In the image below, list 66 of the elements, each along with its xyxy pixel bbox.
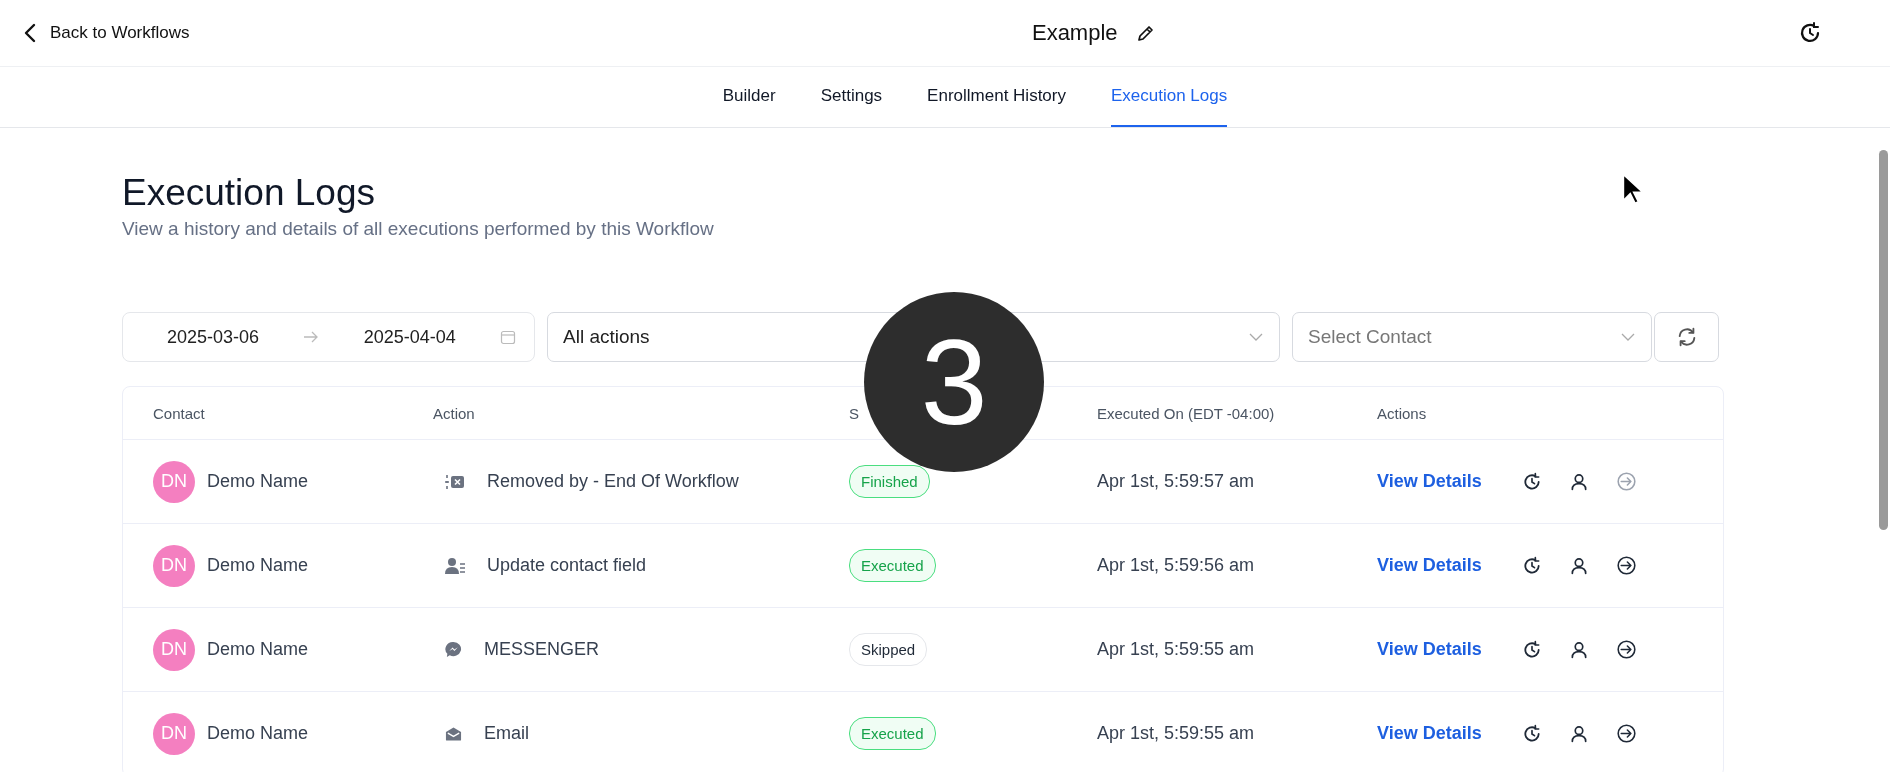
tab[interactable]: Builder	[722, 67, 776, 127]
column-header: Actions	[1377, 404, 1428, 422]
executed-time: Apr 1st, 5:59:55 am	[1097, 723, 1255, 744]
tab[interactable]: Settings	[820, 67, 883, 127]
history-icon[interactable]	[1521, 639, 1542, 660]
tab[interactable]: Enrollment History	[927, 67, 1066, 127]
user-icon[interactable]	[1568, 723, 1589, 744]
avatar: DN	[153, 628, 195, 671]
enter-icon[interactable]	[1615, 639, 1637, 660]
view-details-link[interactable]: View Details	[1377, 555, 1482, 576]
envelope-icon	[445, 725, 462, 742]
status-badge: Executed	[849, 717, 936, 750]
user-icon[interactable]	[1568, 471, 1589, 492]
back-button[interactable]: Back to Workflows	[24, 23, 190, 43]
column-header: Contact	[153, 404, 206, 422]
contact-name: Demo Name	[207, 723, 309, 744]
executed-time: Apr 1st, 5:59:57 am	[1097, 471, 1255, 492]
remove-icon	[445, 472, 465, 491]
status-badge: Executed	[849, 549, 936, 582]
action-name: MESSENGER	[484, 639, 600, 660]
calendar-icon	[500, 329, 516, 345]
page-title: Execution Logs	[122, 172, 375, 214]
executed-time: Apr 1st, 5:59:55 am	[1097, 639, 1255, 660]
action-name: Update contact field	[487, 555, 647, 576]
step-marker: 3	[864, 292, 1044, 472]
contact-name: Demo Name	[207, 555, 309, 576]
executed-time: Apr 1st, 5:59:56 am	[1097, 555, 1255, 576]
arrow-right-icon	[303, 331, 320, 343]
contact-select[interactable]: Select Contact	[1292, 312, 1652, 362]
history-icon[interactable]	[1521, 471, 1542, 492]
column-header: S	[849, 404, 860, 422]
user-icon[interactable]	[1568, 555, 1589, 576]
contact-name: Demo Name	[207, 639, 309, 660]
end-date: 2025-04-04	[363, 326, 456, 348]
status-badge: Finished	[849, 465, 930, 498]
view-details-link[interactable]: View Details	[1377, 723, 1482, 744]
chevron-down-icon	[1249, 333, 1263, 341]
refresh-button[interactable]	[1654, 312, 1719, 362]
view-details-link[interactable]: View Details	[1377, 639, 1482, 660]
status-badge: Skipped	[849, 633, 928, 666]
avatar: DN	[153, 544, 195, 587]
chevron-down-icon	[1621, 333, 1635, 341]
history-icon[interactable]	[1521, 555, 1542, 576]
view-details-link[interactable]: View Details	[1377, 471, 1482, 492]
chevron-left-icon	[24, 23, 36, 43]
contact-edit-icon	[445, 556, 465, 575]
user-icon[interactable]	[1568, 639, 1589, 660]
messenger-icon	[445, 641, 462, 658]
history-icon[interactable]	[1798, 21, 1822, 45]
edit-icon[interactable]	[1135, 23, 1156, 43]
cursor-icon	[1622, 173, 1644, 206]
tab[interactable]: Execution Logs	[1111, 67, 1228, 127]
date-range-field[interactable]: 2025-03-06 2025-04-04	[122, 312, 535, 362]
enter-icon[interactable]	[1615, 723, 1637, 744]
column-header: Action	[433, 404, 476, 422]
column-header: Executed On (EDT -04:00)	[1097, 404, 1276, 422]
avatar: DN	[153, 712, 195, 755]
history-icon[interactable]	[1521, 723, 1542, 744]
avatar: DN	[153, 460, 195, 503]
action-name: Email	[484, 723, 529, 744]
action-name: Removed by - End Of Workflow	[487, 471, 739, 492]
page-subtitle: View a history and details of all executions performed by this Workflow	[122, 218, 715, 240]
enter-icon[interactable]	[1615, 555, 1637, 576]
workflow-title: Example	[1031, 20, 1118, 46]
contact-name: Demo Name	[207, 471, 309, 492]
start-date: 2025-03-06	[167, 326, 260, 348]
